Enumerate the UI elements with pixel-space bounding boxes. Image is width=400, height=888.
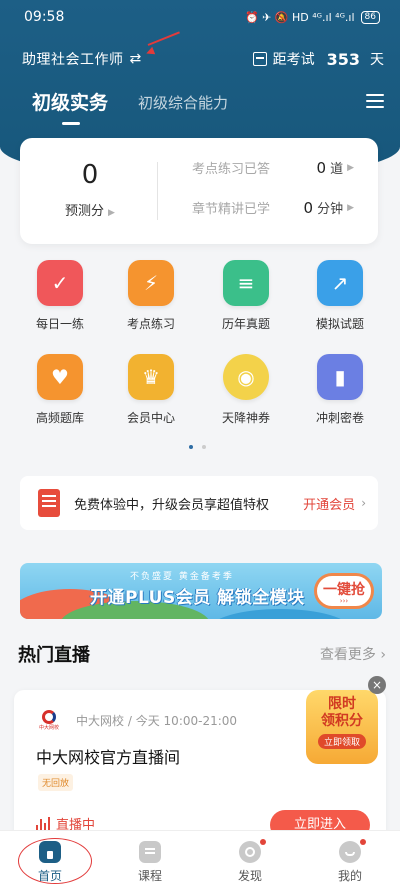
practice-stat[interactable]: 考点练习已答 0 道 ▶ bbox=[192, 158, 354, 178]
school-logo-icon: 中大网校 bbox=[36, 710, 62, 731]
chevron-right-icon: ▶ bbox=[347, 162, 354, 173]
chevron-right-icon: › bbox=[361, 496, 366, 510]
page-indicator bbox=[189, 445, 206, 449]
exam-countdown: 距考试 353 天 bbox=[252, 49, 384, 69]
nav-profile[interactable]: 我的 bbox=[300, 831, 400, 888]
calendar-check-icon: ✓ bbox=[37, 260, 83, 306]
discover-icon bbox=[239, 841, 261, 863]
feature-daily-practice[interactable]: ✓ 每日一练 bbox=[20, 260, 100, 332]
feature-point-practice[interactable]: ⚡ 考点练习 bbox=[111, 260, 191, 332]
practice-value: 0 bbox=[316, 158, 327, 177]
see-more-link[interactable]: 查看更多 › bbox=[320, 644, 386, 664]
banner-decoration bbox=[210, 609, 350, 619]
lightning-doc-icon: ⚡ bbox=[128, 260, 174, 306]
battery-icon: 86 bbox=[360, 10, 380, 24]
feature-lucky-coupon[interactable]: ◉ 天降神券 bbox=[206, 354, 286, 426]
study-label: 章节精讲已学 bbox=[192, 202, 271, 217]
page-dot-active bbox=[189, 445, 193, 449]
annotation-circle bbox=[18, 838, 92, 884]
banner-subtitle: 不负盛夏 黄金备考季 bbox=[130, 572, 234, 582]
profile-icon bbox=[339, 841, 361, 863]
no-replay-badge: 无回放 bbox=[38, 774, 74, 791]
chevron-right-icon: ▶ bbox=[347, 202, 354, 213]
feature-label: 冲刺密卷 bbox=[315, 411, 364, 425]
page-dot bbox=[202, 445, 206, 449]
feature-high-frequency[interactable]: ♥ 高频题库 bbox=[20, 354, 100, 426]
study-stat[interactable]: 章节精讲已学 0 分钟 ▶ bbox=[192, 198, 354, 218]
notification-dot bbox=[260, 839, 266, 845]
lucky-egg-icon: ◉ bbox=[223, 354, 269, 400]
nav-course[interactable]: 课程 bbox=[100, 831, 200, 888]
badge-line1: 限时 bbox=[328, 696, 356, 712]
status-icons: ⏰ ✈ 🔕 HD ⁴ᴳ.ıl ⁴ᴳ.ıl 86 bbox=[244, 10, 380, 24]
status-indicator-icons: ⏰ ✈ 🔕 HD ⁴ᴳ.ıl ⁴ᴳ.ıl bbox=[244, 10, 355, 24]
status-time: 09:58 bbox=[24, 9, 65, 25]
section-title: 热门直播 bbox=[18, 645, 90, 666]
live-day: 今天 bbox=[135, 714, 160, 728]
feature-label: 高频题库 bbox=[35, 411, 84, 425]
feature-label: 模拟试题 bbox=[315, 317, 364, 331]
score-card: 0 预测分 ▶ 考点练习已答 0 道 ▶ 章节精讲已学 0 分钟 ▶ bbox=[20, 138, 378, 244]
practice-unit: 道 bbox=[330, 162, 344, 177]
feature-label: 每日一练 bbox=[35, 317, 84, 331]
feature-label: 历年真题 bbox=[221, 317, 270, 331]
predicted-score-link[interactable]: 预测分 ▶ bbox=[50, 200, 130, 219]
divider bbox=[157, 162, 158, 220]
status-bar: 09:58 ⏰ ✈ 🔕 HD ⁴ᴳ.ıl ⁴ᴳ.ıl 86 bbox=[0, 0, 400, 34]
nav-label: 课程 bbox=[137, 869, 162, 883]
notification-dot bbox=[360, 839, 366, 845]
crown-icon: ♛ bbox=[128, 354, 174, 400]
live-title: 中大网校官方直播间 bbox=[36, 748, 181, 767]
feature-mock-tests[interactable]: ↗ 模拟试题 bbox=[300, 260, 380, 332]
feature-label: 考点练习 bbox=[126, 317, 175, 331]
grab-button[interactable]: 一键抢 ››› bbox=[314, 573, 374, 609]
live-time: 10:00-21:00 bbox=[163, 714, 238, 728]
tab-comprehensive[interactable]: 初级综合能力 bbox=[138, 92, 228, 115]
header-bar: 助理社会工作师 ⇄ 距考试 353 天 bbox=[22, 44, 384, 74]
promo-text: 免费体验中，升级会员享超值特权 bbox=[74, 497, 270, 513]
countdown-unit: 天 bbox=[370, 52, 384, 68]
live-school: 中大网校 bbox=[76, 714, 125, 728]
live-section-header: 热门直播 查看更多 › bbox=[18, 641, 386, 667]
predicted-score: 0 bbox=[81, 160, 99, 190]
see-more-label: 查看更多 bbox=[319, 647, 376, 663]
study-value: 0 bbox=[303, 198, 314, 217]
study-unit: 分钟 bbox=[317, 202, 344, 217]
chart-screen-icon: ↗ bbox=[317, 260, 363, 306]
nav-discover[interactable]: 发现 bbox=[200, 831, 300, 888]
feature-label: 会员中心 bbox=[126, 411, 175, 425]
feature-label: 天降神券 bbox=[221, 411, 270, 425]
feature-sprint-papers[interactable]: ▮ 冲刺密卷 bbox=[300, 354, 380, 426]
menu-icon[interactable] bbox=[366, 94, 384, 108]
predicted-score-label: 预测分 bbox=[65, 204, 105, 219]
nav-label: 我的 bbox=[337, 869, 362, 883]
calendar-icon bbox=[252, 52, 267, 66]
document-icon: ≡ bbox=[223, 260, 269, 306]
heart-book-icon: ♥ bbox=[37, 354, 83, 400]
membership-promo[interactable]: 免费体验中，升级会员享超值特权 开通会员 › bbox=[20, 476, 378, 530]
banner-title: 开通PLUS会员 解锁全模块 bbox=[90, 588, 305, 608]
countdown-value: 353 bbox=[326, 49, 360, 69]
open-membership-link[interactable]: 开通会员 bbox=[303, 494, 355, 513]
swap-icon[interactable]: ⇄ bbox=[130, 51, 142, 67]
feature-past-exams[interactable]: ≡ 历年真题 bbox=[206, 260, 286, 332]
nav-label: 发现 bbox=[237, 869, 262, 883]
feature-member-center[interactable]: ♛ 会员中心 bbox=[111, 354, 191, 426]
course-icon bbox=[139, 841, 161, 863]
points-floating-badge[interactable]: 限时 领积分 立即领取 bbox=[306, 690, 378, 764]
chevron-right-icon: ▶ bbox=[108, 208, 115, 218]
exam-selector[interactable]: 助理社会工作师 bbox=[22, 49, 124, 69]
tab-primary-practice[interactable]: 初级实务 bbox=[32, 88, 108, 125]
claim-button[interactable]: 立即领取 bbox=[317, 734, 366, 749]
close-icon[interactable]: × bbox=[368, 676, 386, 694]
document-red-icon bbox=[38, 489, 60, 517]
practice-label: 考点练习已答 bbox=[192, 162, 271, 177]
grab-button-label: 一键抢 bbox=[323, 582, 365, 598]
plus-banner[interactable]: 不负盛夏 黄金备考季 开通PLUS会员 解锁全模块 一键抢 ››› bbox=[20, 563, 382, 619]
live-meta: 中大网校 / 今天 10:00-21:00 bbox=[76, 714, 238, 728]
badge-line2: 领积分 bbox=[321, 713, 363, 729]
subject-tabs: 初级实务 初级综合能力 bbox=[32, 88, 228, 125]
countdown-label: 距考试 bbox=[272, 52, 315, 68]
bookmark-book-icon: ▮ bbox=[317, 354, 363, 400]
